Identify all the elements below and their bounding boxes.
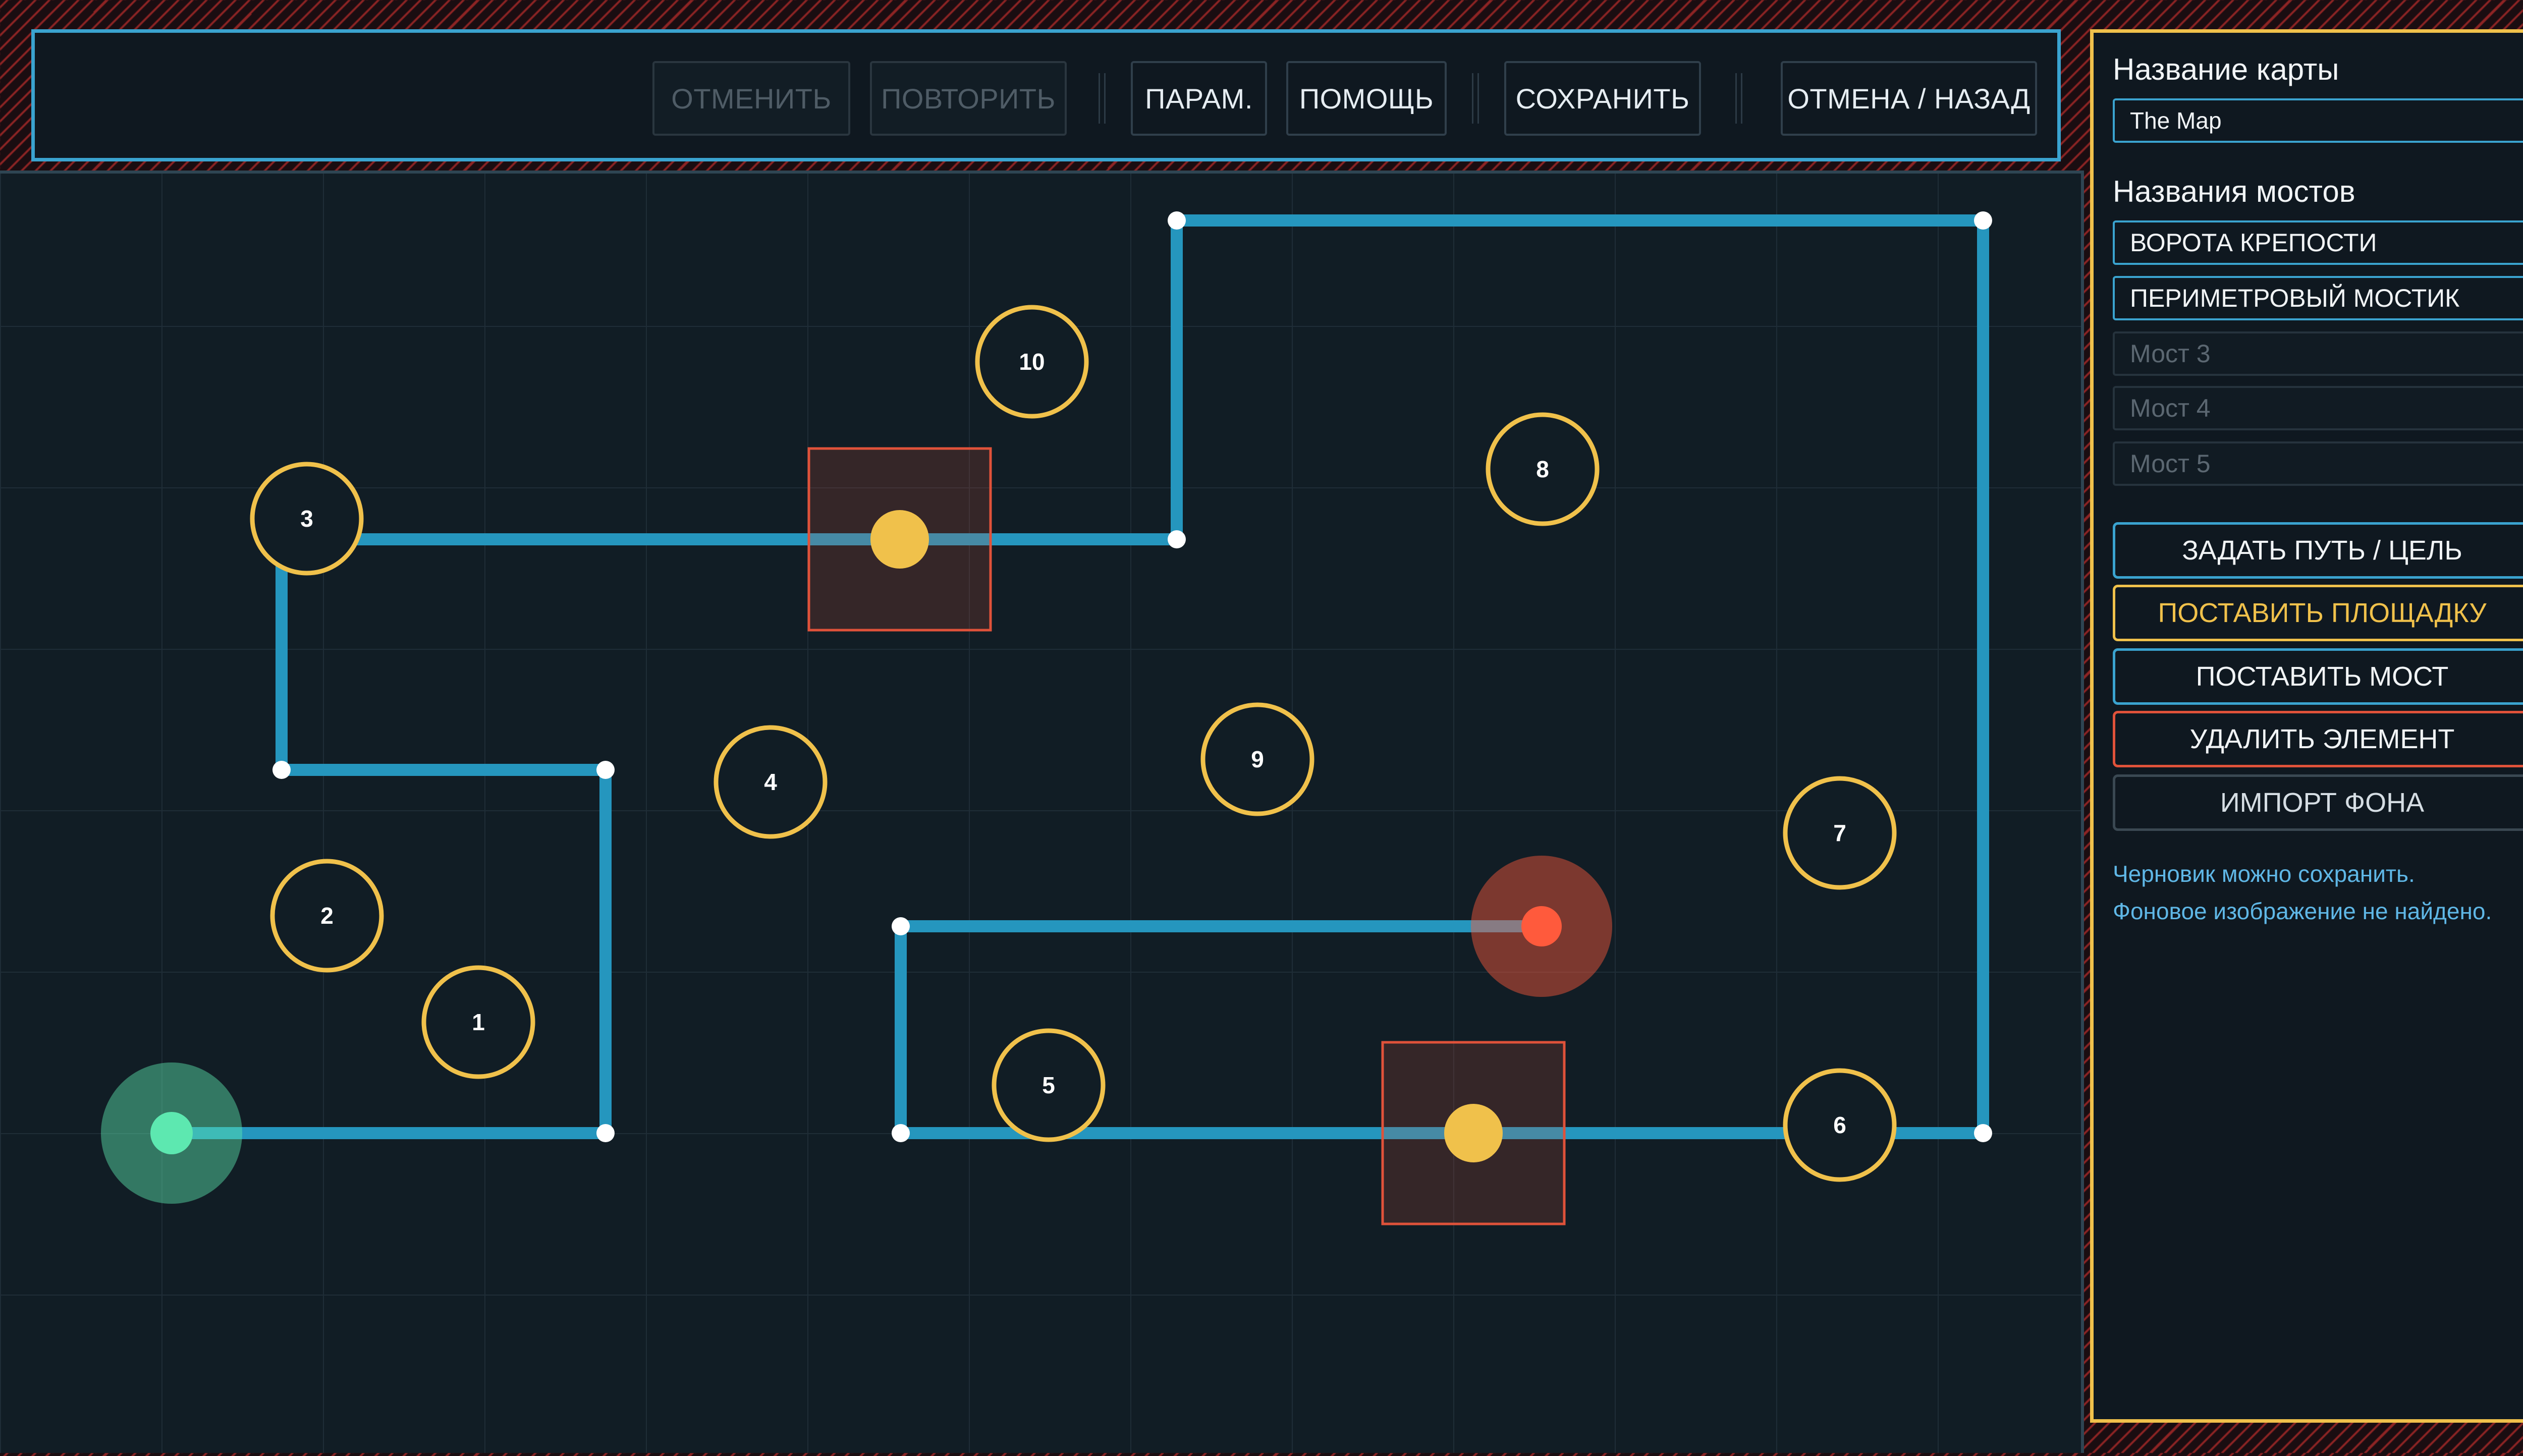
tower-label: 4 [764, 769, 777, 795]
start-point[interactable] [150, 1112, 193, 1154]
toolbar-separator [1735, 73, 1742, 124]
toolbar-separator [1099, 73, 1106, 124]
cancel-back-button[interactable]: ОТМЕНА / НАЗАД [1781, 61, 2037, 136]
redo-button[interactable]: ПОВТОРИТЬ [870, 61, 1067, 136]
path-node[interactable] [1974, 211, 1992, 230]
help-button[interactable]: ПОМОЩЬ [1286, 61, 1447, 136]
set-path-goal-button[interactable]: ЗАДАТЬ ПУТЬ / ЦЕЛЬ [2113, 522, 2523, 579]
goal-point[interactable] [1521, 906, 1562, 946]
save-button[interactable]: СОХРАНИТЬ [1504, 61, 1701, 136]
tower-label: 10 [1019, 349, 1045, 375]
map-name-input[interactable] [2130, 107, 2523, 134]
tower-label: 7 [1833, 820, 1846, 846]
place-bridge-button[interactable]: ПОСТАВИТЬ МОСТ [2113, 648, 2523, 705]
path-node[interactable] [1974, 1124, 1992, 1142]
bridge-name-field-2[interactable]: ПЕРИМЕТРОВЫЙ МОСТИК [2113, 276, 2523, 320]
map-layer[interactable]: 1 2 3 4 5 6 7 8 9 10 [0, 174, 2084, 1456]
bridge-name-field-5[interactable]: Мост 5 [2113, 441, 2523, 486]
path-node[interactable] [1168, 530, 1186, 548]
pad-marker[interactable] [870, 510, 929, 569]
toolbar-separator [1472, 73, 1479, 124]
pad-marker[interactable] [1444, 1104, 1503, 1162]
path-node[interactable] [1168, 211, 1186, 230]
path-node[interactable] [892, 917, 910, 935]
status-line: Фоновое изображение не найдено. [2113, 898, 2492, 924]
path-node[interactable] [272, 761, 291, 779]
bridge-name-field-4[interactable]: Мост 4 [2113, 386, 2523, 430]
map-name-field[interactable] [2113, 98, 2523, 143]
path-node[interactable] [596, 761, 615, 779]
bridge-name-field-1[interactable]: ВОРОТА КРЕПОСТИ [2113, 220, 2523, 265]
delete-element-button[interactable]: УДАЛИТЬ ЭЛЕМЕНТ [2113, 711, 2523, 767]
tower-label: 3 [300, 506, 313, 532]
params-button[interactable]: ПАРАМ. [1131, 61, 1267, 136]
map-name-label: Название карты [2113, 52, 2339, 86]
undo-button[interactable]: ОТМЕНИТЬ [652, 61, 850, 136]
bridge-names-label: Названия мостов [2113, 175, 2355, 208]
tower-label: 1 [472, 1009, 485, 1035]
map-canvas[interactable]: 1 2 3 4 5 6 7 8 9 10 [0, 171, 2084, 1453]
tower-label: 2 [320, 903, 334, 929]
tower-label: 5 [1042, 1072, 1055, 1098]
import-background-button[interactable]: ИМПОРТ ФОНА [2113, 774, 2523, 831]
sidebar-panel: Название карты Названия мостов ВОРОТА КР… [2090, 29, 2523, 1423]
path-node[interactable] [596, 1124, 615, 1142]
tower-label: 9 [1251, 746, 1264, 772]
tower-label: 8 [1536, 456, 1549, 482]
tower-label: 6 [1833, 1112, 1846, 1138]
top-toolbar: ОТМЕНИТЬ ПОВТОРИТЬ ПАРАМ. ПОМОЩЬ СОХРАНИ… [31, 29, 2061, 161]
path-node[interactable] [892, 1124, 910, 1142]
status-line: Черновик можно сохранить. [2113, 861, 2415, 887]
place-pad-button[interactable]: ПОСТАВИТЬ ПЛОЩАДКУ [2113, 585, 2523, 641]
bridge-name-field-3[interactable]: Мост 3 [2113, 331, 2523, 376]
